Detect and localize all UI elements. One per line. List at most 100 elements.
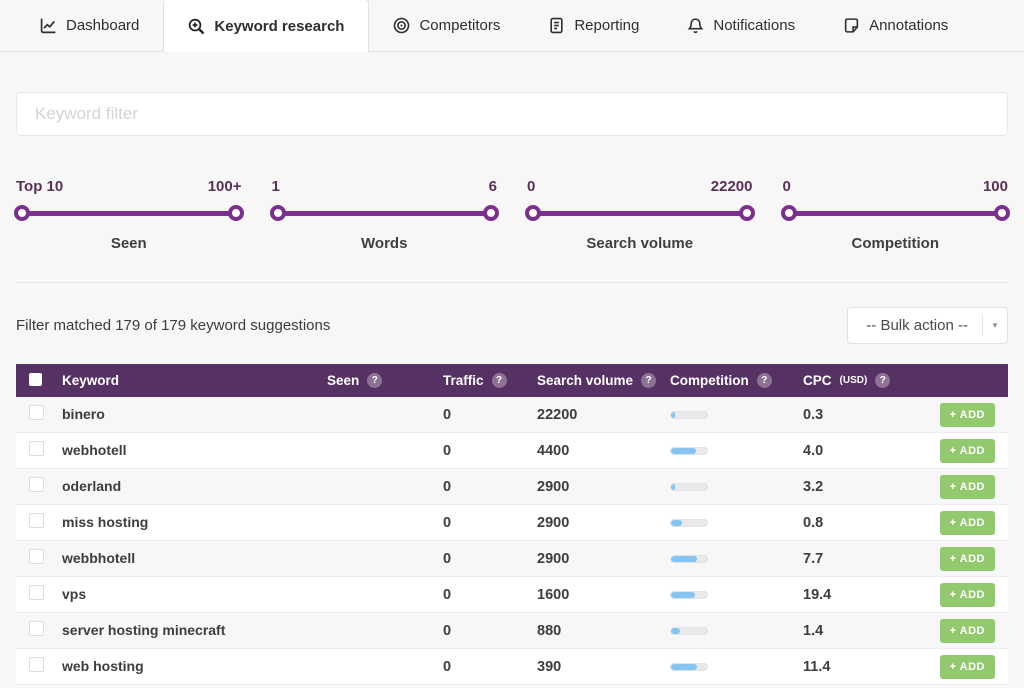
add-keyword-button[interactable]: + ADD xyxy=(940,511,995,535)
row-checkbox[interactable] xyxy=(29,405,44,420)
competition-bar-fill xyxy=(671,628,680,634)
traffic-cell: 0 xyxy=(443,623,451,639)
competition-bar xyxy=(670,483,708,491)
slider-track[interactable] xyxy=(785,211,1007,216)
competition-bar xyxy=(670,555,708,563)
slider-handle-max[interactable] xyxy=(994,205,1010,221)
row-checkbox[interactable] xyxy=(29,621,44,636)
table-row: server hosting minecraft 0 880 1.4 + ADD xyxy=(16,613,1008,649)
tab-reporting[interactable]: Reporting xyxy=(524,0,663,51)
row-checkbox[interactable] xyxy=(29,513,44,528)
search-volume-cell: 2900 xyxy=(537,479,569,495)
select-all-checkbox[interactable] xyxy=(29,373,42,386)
zoom-in-icon xyxy=(188,18,205,35)
competition-bar xyxy=(670,627,708,635)
section-divider xyxy=(16,282,1008,283)
filter-sliders: Top 10 100+ Seen 1 6 Words xyxy=(16,178,1008,252)
bulk-action-select[interactable]: -- Bulk action -- ▾ xyxy=(847,307,1008,344)
document-icon xyxy=(548,17,565,34)
keyword-table: Keyword Seen ? Traffic ? Search volume ?… xyxy=(16,364,1008,688)
keyword-cell: oderland xyxy=(62,478,121,494)
table-row: vps 0 1600 19.4 + ADD xyxy=(16,577,1008,613)
add-keyword-button[interactable]: + ADD xyxy=(940,475,995,499)
col-keyword: Keyword xyxy=(62,373,119,388)
row-checkbox[interactable] xyxy=(29,477,44,492)
help-icon[interactable]: ? xyxy=(367,373,382,388)
tab-label: Annotations xyxy=(869,17,948,34)
results-row: Filter matched 179 of 179 keyword sugges… xyxy=(16,307,1008,344)
slider-min-label: Top 10 xyxy=(16,178,63,195)
cpc-cell: 3.2 xyxy=(803,479,823,495)
row-checkbox[interactable] xyxy=(29,441,44,456)
slider-handle-max[interactable] xyxy=(739,205,755,221)
row-checkbox[interactable] xyxy=(29,657,44,672)
help-icon[interactable]: ? xyxy=(641,373,656,388)
search-volume-cell: 880 xyxy=(537,623,561,639)
tab-competitors[interactable]: Competitors xyxy=(369,0,524,51)
slider-handle-max[interactable] xyxy=(483,205,499,221)
traffic-cell: 0 xyxy=(443,659,451,675)
table-row: webhotell 0 4400 4.0 + ADD xyxy=(16,433,1008,469)
add-keyword-button[interactable]: + ADD xyxy=(940,655,995,679)
tab-annotations[interactable]: Annotations xyxy=(819,0,972,51)
keyword-cell: web hosting xyxy=(62,658,144,674)
slider-name: Seen xyxy=(16,235,242,252)
slider-name: Competition xyxy=(783,235,1009,252)
col-cpc-unit: (USD) xyxy=(840,375,868,386)
competition-bar xyxy=(670,447,708,455)
add-keyword-button[interactable]: + ADD xyxy=(940,403,995,427)
traffic-cell: 0 xyxy=(443,515,451,531)
slider-max-label: 22200 xyxy=(711,178,753,195)
competition-bar xyxy=(670,519,708,527)
competition-bar xyxy=(670,663,708,671)
slider-handle-max[interactable] xyxy=(228,205,244,221)
traffic-cell: 0 xyxy=(443,479,451,495)
tab-dashboard[interactable]: Dashboard xyxy=(16,0,163,51)
traffic-cell: 0 xyxy=(443,587,451,603)
cpc-cell: 0.3 xyxy=(803,407,823,423)
add-keyword-button[interactable]: + ADD xyxy=(940,583,995,607)
help-icon[interactable]: ? xyxy=(875,373,890,388)
range-slider: 0 22200 Search volume xyxy=(527,178,753,252)
slider-max-label: 100+ xyxy=(208,178,242,195)
row-checkbox[interactable] xyxy=(29,549,44,564)
table-row: oderland 0 2900 3.2 + ADD xyxy=(16,469,1008,505)
tab-keyword-research[interactable]: Keyword research xyxy=(163,0,369,52)
row-checkbox[interactable] xyxy=(29,585,44,600)
competition-bar-fill xyxy=(671,664,697,670)
competition-bar-fill xyxy=(671,412,675,418)
cpc-cell: 0.8 xyxy=(803,515,823,531)
slider-handle-min[interactable] xyxy=(525,205,541,221)
cpc-cell: 19.4 xyxy=(803,587,831,603)
range-slider: Top 10 100+ Seen xyxy=(16,178,242,252)
slider-track[interactable] xyxy=(18,211,240,216)
tab-label: Keyword research xyxy=(214,18,344,35)
slider-handle-min[interactable] xyxy=(270,205,286,221)
help-icon[interactable]: ? xyxy=(492,373,507,388)
add-keyword-button[interactable]: + ADD xyxy=(940,547,995,571)
table-body: binero 0 22200 0.3 + ADD webhotell 0 440… xyxy=(16,397,1008,685)
slider-max-label: 6 xyxy=(489,178,497,195)
slider-min-label: 0 xyxy=(527,178,535,195)
chevron-down-icon: ▾ xyxy=(983,320,1007,331)
tab-label: Notifications xyxy=(713,17,795,34)
slider-track[interactable] xyxy=(274,211,496,216)
slider-name: Words xyxy=(272,235,498,252)
slider-name: Search volume xyxy=(527,235,753,252)
slider-handle-min[interactable] xyxy=(14,205,30,221)
tab-label: Reporting xyxy=(574,17,639,34)
note-icon xyxy=(843,17,860,34)
competition-bar-fill xyxy=(671,592,695,598)
tab-notifications[interactable]: Notifications xyxy=(663,0,819,51)
help-icon[interactable]: ? xyxy=(757,373,772,388)
target-icon xyxy=(393,17,410,34)
table-row: binero 0 22200 0.3 + ADD xyxy=(16,397,1008,433)
add-keyword-button[interactable]: + ADD xyxy=(940,619,995,643)
add-keyword-button[interactable]: + ADD xyxy=(940,439,995,463)
slider-handle-min[interactable] xyxy=(781,205,797,221)
keyword-cell: vps xyxy=(62,586,86,602)
keyword-filter-input[interactable] xyxy=(16,92,1008,136)
main-tabbar: Dashboard Keyword research Competitors xyxy=(0,0,1024,52)
range-slider: 0 100 Competition xyxy=(783,178,1009,252)
slider-track[interactable] xyxy=(529,211,751,216)
